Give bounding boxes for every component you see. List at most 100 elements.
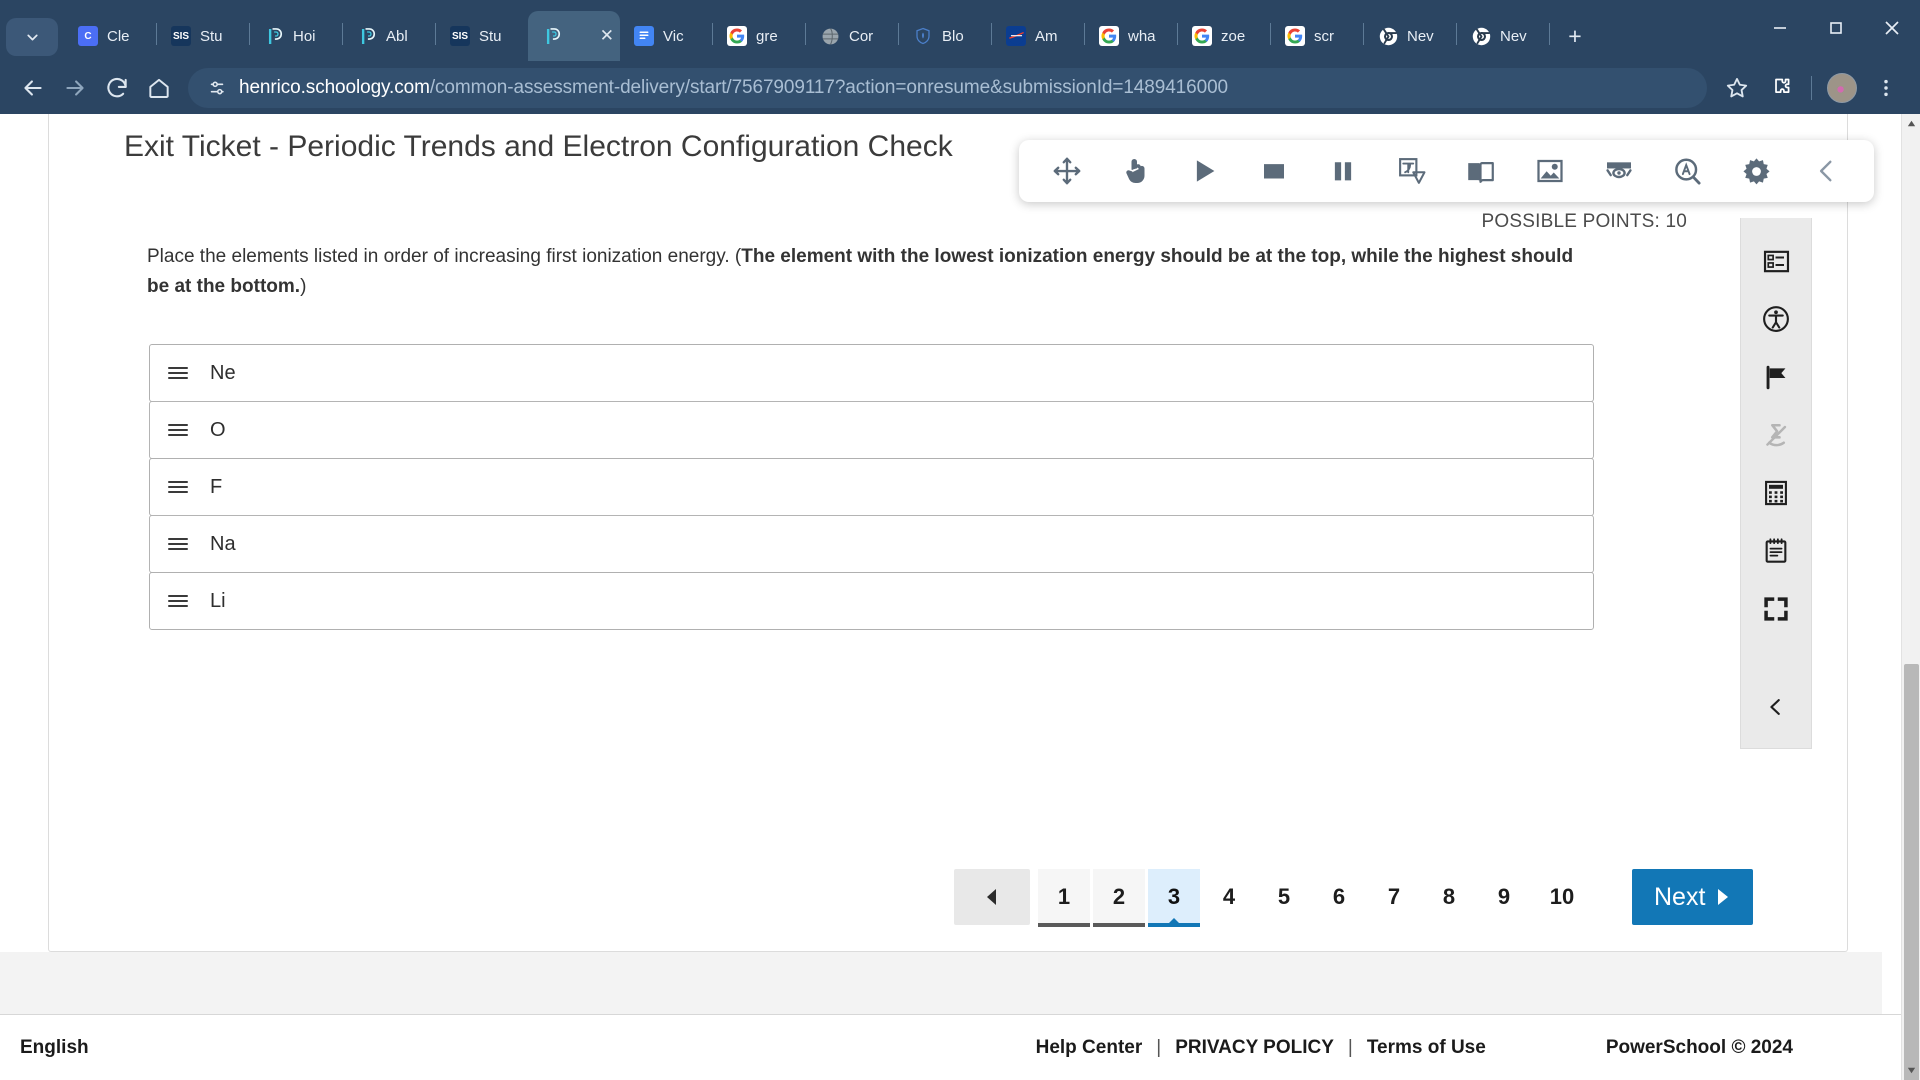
- page-number-button[interactable]: 2: [1093, 869, 1145, 927]
- calculator-button[interactable]: [1748, 464, 1804, 522]
- chrome-menu-button[interactable]: [1864, 66, 1908, 110]
- page-number-button[interactable]: 7: [1368, 869, 1420, 925]
- drag-handle-icon[interactable]: [168, 367, 190, 379]
- minimize-button[interactable]: [1752, 0, 1808, 56]
- bookmark-button[interactable]: [1715, 66, 1759, 110]
- browser-tab[interactable]: SIS Stu: [436, 11, 528, 61]
- stop-button[interactable]: [1240, 143, 1309, 199]
- page-number-button[interactable]: 8: [1423, 869, 1475, 925]
- address-bar[interactable]: henrico.schoology.com/common-assessment-…: [188, 67, 1707, 108]
- screen-magnifier-button[interactable]: [1653, 143, 1722, 199]
- sortable-item[interactable]: Na: [149, 515, 1594, 573]
- notepad-icon: [1765, 538, 1787, 563]
- browser-tab[interactable]: Nev: [1364, 11, 1456, 61]
- pause-button[interactable]: [1309, 143, 1378, 199]
- drag-handle-icon[interactable]: [168, 424, 190, 436]
- browser-tab[interactable]: scr: [1271, 11, 1363, 61]
- browser-tab[interactable]: gre: [713, 11, 805, 61]
- drag-handle-icon[interactable]: [168, 538, 190, 550]
- privacy-policy-link[interactable]: PRIVACY POLICY: [1175, 1037, 1334, 1059]
- collapse-toolbar-button[interactable]: [1791, 143, 1860, 199]
- move-toolbar-handle[interactable]: [1033, 143, 1102, 199]
- sortable-answer-list[interactable]: Ne O F Na Li: [149, 344, 1594, 630]
- close-tab-button[interactable]: ✕: [594, 26, 614, 46]
- dictionary-button[interactable]: [1447, 143, 1516, 199]
- pointer-tool-button[interactable]: [1102, 143, 1171, 199]
- extensions-button[interactable]: [1759, 66, 1803, 110]
- reading-mask-button[interactable]: [1584, 143, 1653, 199]
- page-scrollbar[interactable]: [1901, 114, 1920, 1080]
- browser-tab[interactable]: zoe: [1178, 11, 1270, 61]
- browser-tab[interactable]: Hoi: [250, 11, 342, 61]
- url-path: /common-assessment-delivery/start/756790…: [429, 76, 1229, 98]
- page-number-button[interactable]: 1: [1038, 869, 1090, 927]
- globe-icon: [820, 26, 840, 46]
- flag-question-button[interactable]: [1748, 348, 1804, 406]
- scrollbar-thumb[interactable]: [1904, 664, 1919, 1080]
- next-button[interactable]: Next: [1632, 869, 1754, 925]
- new-tab-button[interactable]: +: [1556, 17, 1594, 55]
- footer-separator-2: |: [1347, 1036, 1353, 1058]
- maximize-button[interactable]: [1808, 0, 1864, 56]
- collapse-rail-button[interactable]: [1748, 678, 1804, 736]
- browser-tab-active[interactable]: ✕: [528, 11, 620, 61]
- play-icon: [1197, 160, 1215, 182]
- browser-tab[interactable]: Abl: [343, 11, 435, 61]
- sortable-item[interactable]: F: [149, 458, 1594, 516]
- tab-search-button[interactable]: [6, 18, 58, 56]
- page-number-button[interactable]: 6: [1313, 869, 1365, 925]
- sortable-item[interactable]: Li: [149, 572, 1594, 630]
- drag-handle-icon[interactable]: [168, 595, 190, 607]
- language-label[interactable]: English: [20, 1037, 89, 1059]
- question-list-button[interactable]: [1748, 232, 1804, 290]
- reload-icon: [107, 77, 127, 97]
- browser-tab[interactable]: Am: [992, 11, 1084, 61]
- tab-label: gre: [756, 27, 778, 45]
- reload-button[interactable]: [96, 67, 138, 109]
- accessibility-icon: [1763, 306, 1789, 332]
- scroll-up-button[interactable]: [1902, 114, 1920, 133]
- help-center-link[interactable]: Help Center: [1036, 1037, 1143, 1059]
- page-number-button[interactable]: 4: [1203, 869, 1255, 925]
- clever-icon: C: [78, 26, 98, 46]
- page-number-button-current[interactable]: 3: [1148, 869, 1200, 927]
- sortable-item-label: Na: [210, 532, 236, 555]
- play-button[interactable]: [1171, 143, 1240, 199]
- highlighter-button[interactable]: [1748, 406, 1804, 464]
- accessibility-floating-toolbar[interactable]: [1019, 140, 1874, 202]
- terms-of-use-link[interactable]: Terms of Use: [1367, 1037, 1486, 1059]
- site-settings-icon[interactable]: [204, 75, 230, 101]
- close-icon: [1885, 21, 1899, 35]
- browser-tab[interactable]: Nev: [1457, 11, 1549, 61]
- sortable-item[interactable]: Ne: [149, 344, 1594, 402]
- browser-tab[interactable]: Vic: [620, 11, 712, 61]
- tab-strip: C Cle SIS Stu Hoi Abl SIS Stu ✕ Vic gre Cor Blo Am wha…: [0, 0, 1920, 61]
- forward-button[interactable]: [54, 67, 96, 109]
- profile-button[interactable]: [1820, 66, 1864, 110]
- close-window-button[interactable]: [1864, 0, 1920, 56]
- browser-tab[interactable]: C Cle: [64, 11, 156, 61]
- fullscreen-button[interactable]: [1748, 580, 1804, 638]
- browser-tab[interactable]: Blo: [899, 11, 991, 61]
- translate-button[interactable]: [1378, 143, 1447, 199]
- settings-button[interactable]: [1722, 143, 1791, 199]
- previous-page-button[interactable]: [954, 869, 1030, 925]
- page-number-button[interactable]: 9: [1478, 869, 1530, 925]
- notepad-button[interactable]: [1748, 522, 1804, 580]
- sortable-item[interactable]: O: [149, 401, 1594, 459]
- page-number-button[interactable]: 5: [1258, 869, 1310, 925]
- back-button[interactable]: [12, 67, 54, 109]
- minimize-icon: [1774, 27, 1786, 29]
- drag-handle-icon[interactable]: [168, 481, 190, 493]
- browser-tab[interactable]: Cor: [806, 11, 898, 61]
- tab-label: Stu: [200, 27, 223, 45]
- scroll-down-button[interactable]: [1902, 1061, 1920, 1080]
- accessibility-button[interactable]: [1748, 290, 1804, 348]
- assessment-tool-rail: [1740, 218, 1812, 749]
- picture-dictionary-button[interactable]: [1515, 143, 1584, 199]
- page-number-button[interactable]: 10: [1533, 869, 1591, 925]
- browser-tab[interactable]: wha: [1085, 11, 1177, 61]
- possible-points-label: POSSIBLE POINTS: 10: [1481, 211, 1687, 232]
- browser-tab[interactable]: SIS Stu: [157, 11, 249, 61]
- home-button[interactable]: [138, 67, 180, 109]
